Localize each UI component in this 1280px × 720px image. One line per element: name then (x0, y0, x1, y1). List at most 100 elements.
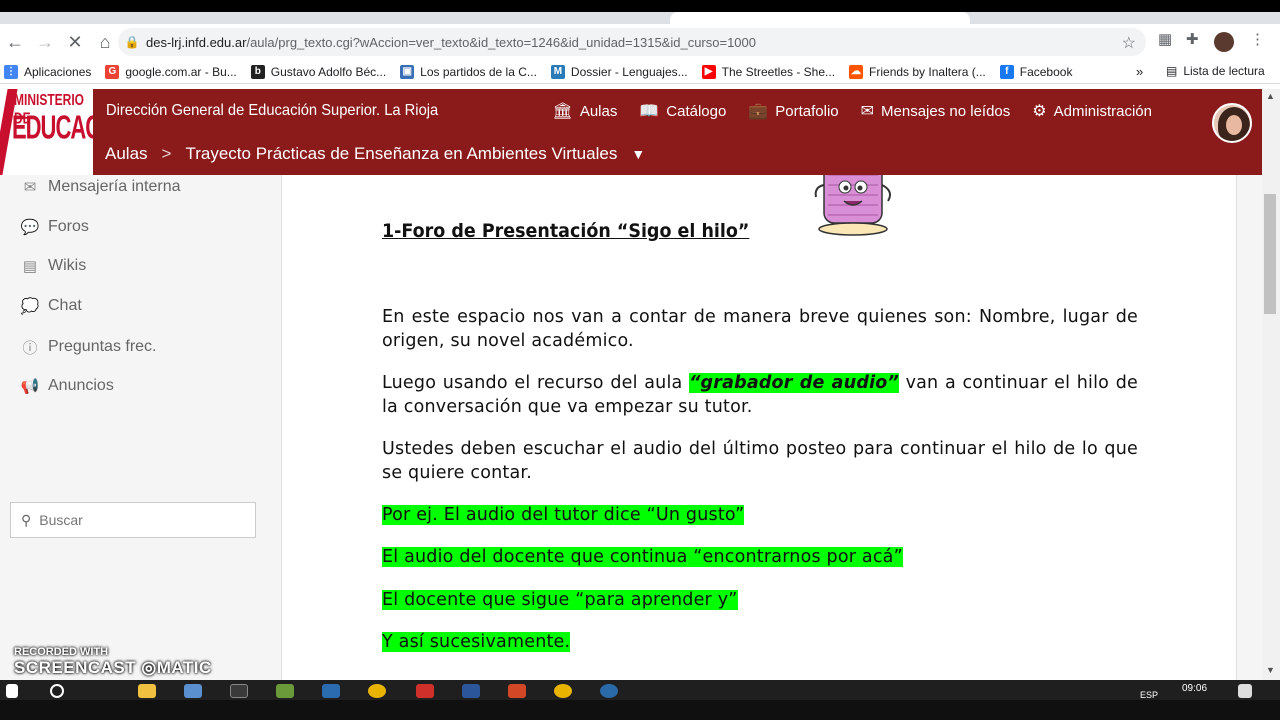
search-input[interactable] (39, 512, 240, 528)
menu-dots-icon[interactable]: ⋮ (1250, 30, 1265, 48)
taskbar-app7-icon[interactable] (600, 684, 618, 698)
bookmark-label: Aplicaciones (24, 64, 92, 79)
forum-title: 1-Foro de Presentación “Sigo el hilo” (382, 220, 750, 242)
nav-item-mensajes[interactable]: ✉ Mensajes no leídos (861, 101, 1011, 121)
taskbar-strip: ESP 09:06 (0, 680, 1280, 700)
nav-item-administración[interactable]: ⚙ Administración (1032, 101, 1152, 121)
tab-strip (0, 12, 1280, 24)
p2-before: Luego usando el recurso del aula (382, 373, 690, 393)
extension-grid-icon[interactable]: ▦ (1158, 30, 1172, 48)
back-icon[interactable]: ← (0, 27, 30, 57)
bookmark-item[interactable]: Ggoogle.com.ar - Bu... (105, 64, 237, 79)
bookmark-item[interactable]: ▣ Los partidos de la C... (400, 64, 537, 79)
home-icon[interactable]: ⌂ (90, 27, 120, 57)
sidebar-item-chat[interactable]: 💭 Chat (20, 297, 82, 315)
sidebar-item-preguntas[interactable]: ⓘ Preguntas frec. (20, 337, 156, 358)
page-icon: ▣ (400, 64, 415, 79)
scroll-down-icon[interactable]: ▼ (1266, 665, 1275, 675)
nav-item-catálogo[interactable]: 📖 Catálogo (639, 101, 726, 121)
megaphone-icon: 📢 (20, 377, 40, 395)
breadcrumb: Aulas > Trayecto Prácticas de Enseñanza … (93, 133, 1262, 175)
bookmarks-list: ⋮ Aplicaciones Ggoogle.com.ar - Bu... b Gust… (0, 64, 1150, 79)
language-indicator[interactable]: ESP (1140, 690, 1158, 700)
taskbar-clock[interactable]: 09:06 (1182, 683, 1207, 694)
word-icon[interactable] (462, 684, 480, 698)
chrome-icon[interactable] (368, 684, 386, 698)
sidebar-item-foros[interactable]: 💬 Foros (20, 218, 89, 236)
chrome-active-icon[interactable] (554, 684, 572, 698)
bookmark-item[interactable]: M Dossier - Lenguajes... (550, 64, 688, 79)
main-content: 1-Foro de Presentación “Sigo el hilo” En… (281, 175, 1237, 680)
file-explorer-icon[interactable] (138, 684, 156, 698)
site-header: MINISTERIO DE EDUCACION Dirección Genera… (0, 89, 1262, 175)
sidebar-item-wikis[interactable]: ▤ Wikis (20, 257, 86, 275)
windows-start-icon[interactable] (6, 684, 18, 698)
nav-label: Aulas (579, 102, 618, 120)
url-path: /aula/prg_texto.cgi?wAccion=ver_texto&id… (246, 34, 756, 50)
reading-list-button[interactable]: ▤ Lista de lectura (1166, 64, 1265, 78)
sidebar-item-anuncios[interactable]: 📢 Anuncios (20, 377, 114, 395)
breadcrumb-current[interactable]: Trayecto Prácticas de Enseñanza en Ambie… (185, 144, 617, 164)
omnibox[interactable]: 🔒 des-lrj.infd.edu.ar/aula/prg_texto.cgi… (118, 28, 1146, 56)
bookmarks-bar: ⋮ Aplicaciones Ggoogle.com.ar - Bu... b Gust… (0, 60, 1280, 84)
nav-item-portafolio[interactable]: 💼 Portafolio (748, 101, 838, 121)
example-4-text: Y así sucesivamente. (382, 632, 571, 652)
bookmark-label: Facebook (1019, 64, 1073, 79)
breadcrumb-root[interactable]: Aulas (105, 144, 148, 164)
bookmark-item[interactable]: ⋮ Aplicaciones (4, 64, 92, 79)
example-line-2: El audio del docente que continua “encon… (382, 545, 1138, 569)
site-title[interactable]: Dirección General de Educación Superior.… (106, 102, 438, 120)
sidebar-item-label: Wikis (48, 257, 87, 275)
puzzle-icon[interactable]: ✚ (1186, 30, 1199, 48)
nav-label: Portafolio (775, 102, 839, 120)
sidebar-item-mensajería[interactable]: ✉ Mensajería interna (20, 178, 181, 196)
taskbar-app3-icon[interactable] (276, 684, 294, 698)
taskbar-app5-icon[interactable] (416, 684, 434, 698)
notifications-icon[interactable] (1238, 684, 1252, 698)
bookmark-label: Gustavo Adolfo Béc... (270, 64, 387, 79)
active-tab[interactable] (670, 12, 970, 24)
taskbar-app4-icon[interactable] (322, 684, 340, 698)
bookmark-item[interactable]: ▶ The Streetles - She... (701, 64, 835, 79)
watermark-word2: MATIC (156, 658, 212, 677)
chat-bubbles-icon: 💬 (20, 218, 40, 236)
url-host: des-lrj.infd.edu.ar (146, 34, 247, 50)
profile-avatar-icon[interactable] (1214, 32, 1234, 52)
ministry-logo[interactable]: MINISTERIO DE EDUCACION (0, 89, 93, 175)
os-taskbar: ESP 09:06 (0, 680, 1280, 720)
search-box[interactable]: ⚲ (10, 502, 256, 538)
scroll-up-icon[interactable]: ▲ (1266, 91, 1275, 101)
bookmarks-more[interactable]: » (1136, 64, 1143, 79)
forward-icon[interactable]: → (30, 27, 60, 57)
example-2-text: El audio del docente que continua “encon… (382, 547, 903, 567)
book-icon: 📖 (639, 103, 660, 120)
stop-icon[interactable]: ✕ (60, 27, 90, 57)
taskbar-app-icon[interactable] (184, 684, 202, 698)
briefcase-icon: 💼 (748, 103, 769, 120)
page-scrollbar[interactable]: ▲ ▼ (1262, 89, 1280, 680)
paragraph-intro: En este espacio nos van a contar de mane… (382, 307, 1138, 351)
taskbar-search-icon[interactable] (50, 684, 64, 698)
institution-icon: 🏛 (552, 103, 573, 120)
bookmark-label: Dossier - Lenguajes... (570, 64, 688, 79)
youtube-icon: ▶ (701, 64, 716, 79)
nav-item-aulas[interactable]: 🏛 Aulas (553, 101, 618, 121)
bookmark-item[interactable]: b Gustavo Adolfo Béc... (250, 64, 387, 79)
b-icon: b (250, 64, 265, 79)
me-icon: M (550, 64, 565, 79)
watermark-circle-icon: ◎ (141, 658, 157, 677)
nav-label: Catálogo (666, 102, 727, 120)
lock-icon[interactable]: 🔒 (118, 35, 146, 49)
chevron-down-icon[interactable]: ▼ (631, 146, 645, 162)
scrollbar-thumb[interactable] (1264, 194, 1276, 314)
bookmark-star-icon[interactable]: ☆ (1122, 33, 1136, 53)
bookmark-label: google.com.ar - Bu... (125, 64, 237, 79)
taskbar-app2-icon[interactable] (230, 684, 248, 698)
bookmark-label: Friends by Inaltera (... (869, 64, 986, 79)
bookmark-item[interactable]: f Facebook (999, 64, 1073, 79)
example-line-1: Por ej. El audio del tutor dice “Un gust… (382, 503, 1138, 527)
taskbar-app6-icon[interactable] (508, 684, 526, 698)
url-text[interactable]: des-lrj.infd.edu.ar/aula/prg_texto.cgi?w… (146, 35, 756, 50)
bookmark-item[interactable]: ☁ Friends by Inaltera (... (849, 64, 986, 79)
example-3-text: El docente que sigue “para aprender y” (382, 590, 738, 610)
